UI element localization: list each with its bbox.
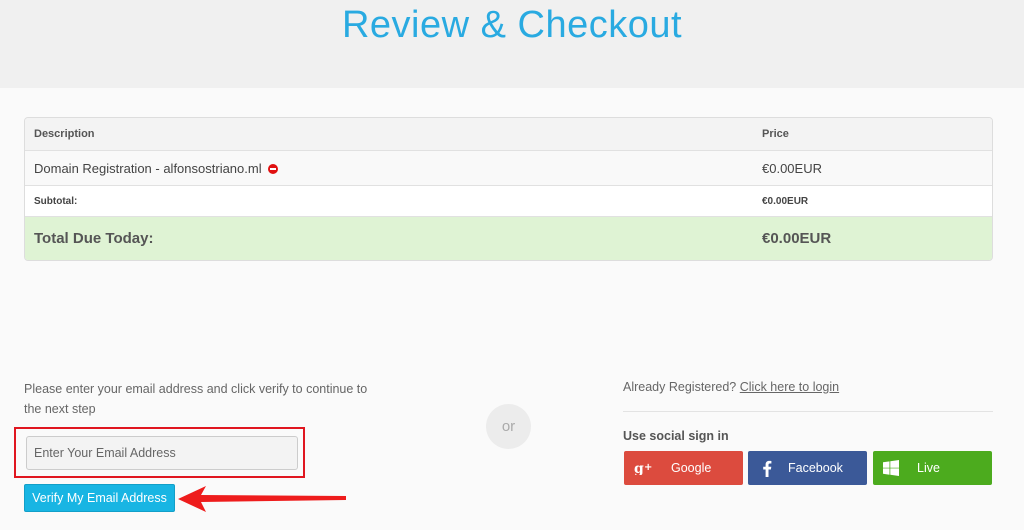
already-registered-text: Already Registered? — [623, 380, 737, 394]
page-title: Review & Checkout — [341, 4, 683, 46]
email-field[interactable] — [26, 436, 298, 470]
verify-email-button[interactable]: Verify My Email Address — [24, 484, 175, 512]
item-description: Domain Registration - alfonsostriano.ml — [34, 161, 262, 176]
subtotal-row: Subtotal: €0.00EUR — [25, 185, 992, 216]
subtotal-label: Subtotal: — [34, 196, 78, 207]
email-instructions: Please enter your email address and clic… — [24, 382, 368, 416]
or-separator: or — [486, 404, 531, 449]
table-row: Domain Registration - alfonsostriano.ml … — [25, 150, 992, 185]
login-link[interactable]: Click here to login — [740, 380, 839, 394]
cart-summary-table: Description Price Domain Registration - … — [24, 117, 993, 261]
total-due-label: Total Due Today: — [34, 230, 154, 247]
google-label: Google — [671, 461, 712, 475]
subtotal-value: €0.00EUR — [762, 196, 809, 207]
svg-text:+: + — [644, 462, 652, 473]
item-price: €0.00EUR — [762, 161, 822, 176]
arrow-annotation — [178, 486, 346, 512]
social-sign-in-title: Use social sign in — [623, 429, 729, 443]
facebook-sign-in-button[interactable]: Facebook — [748, 451, 867, 485]
svg-text:g: g — [634, 461, 644, 475]
column-header-description: Description — [34, 128, 95, 140]
item-description-cell: Domain Registration - alfonsostriano.ml — [34, 161, 279, 176]
page-header: Review & Checkout — [0, 0, 1024, 88]
facebook-icon — [760, 451, 774, 485]
total-due-value: €0.00EUR — [762, 230, 832, 247]
live-label: Live — [917, 461, 940, 475]
live-sign-in-button[interactable]: Live — [873, 451, 992, 485]
facebook-label: Facebook — [788, 461, 843, 475]
email-field-highlight — [14, 427, 305, 478]
total-due-row: Total Due Today: €0.00EUR — [25, 216, 992, 260]
windows-icon — [882, 451, 900, 485]
google-plus-icon: g + — [634, 451, 654, 485]
already-registered: Already Registered? Click here to login — [623, 380, 839, 394]
divider — [623, 411, 993, 412]
column-header-price: Price — [762, 128, 789, 140]
google-sign-in-button[interactable]: g + Google — [624, 451, 743, 485]
remove-item-icon[interactable] — [268, 164, 279, 174]
table-header-row: Description Price — [25, 118, 992, 150]
